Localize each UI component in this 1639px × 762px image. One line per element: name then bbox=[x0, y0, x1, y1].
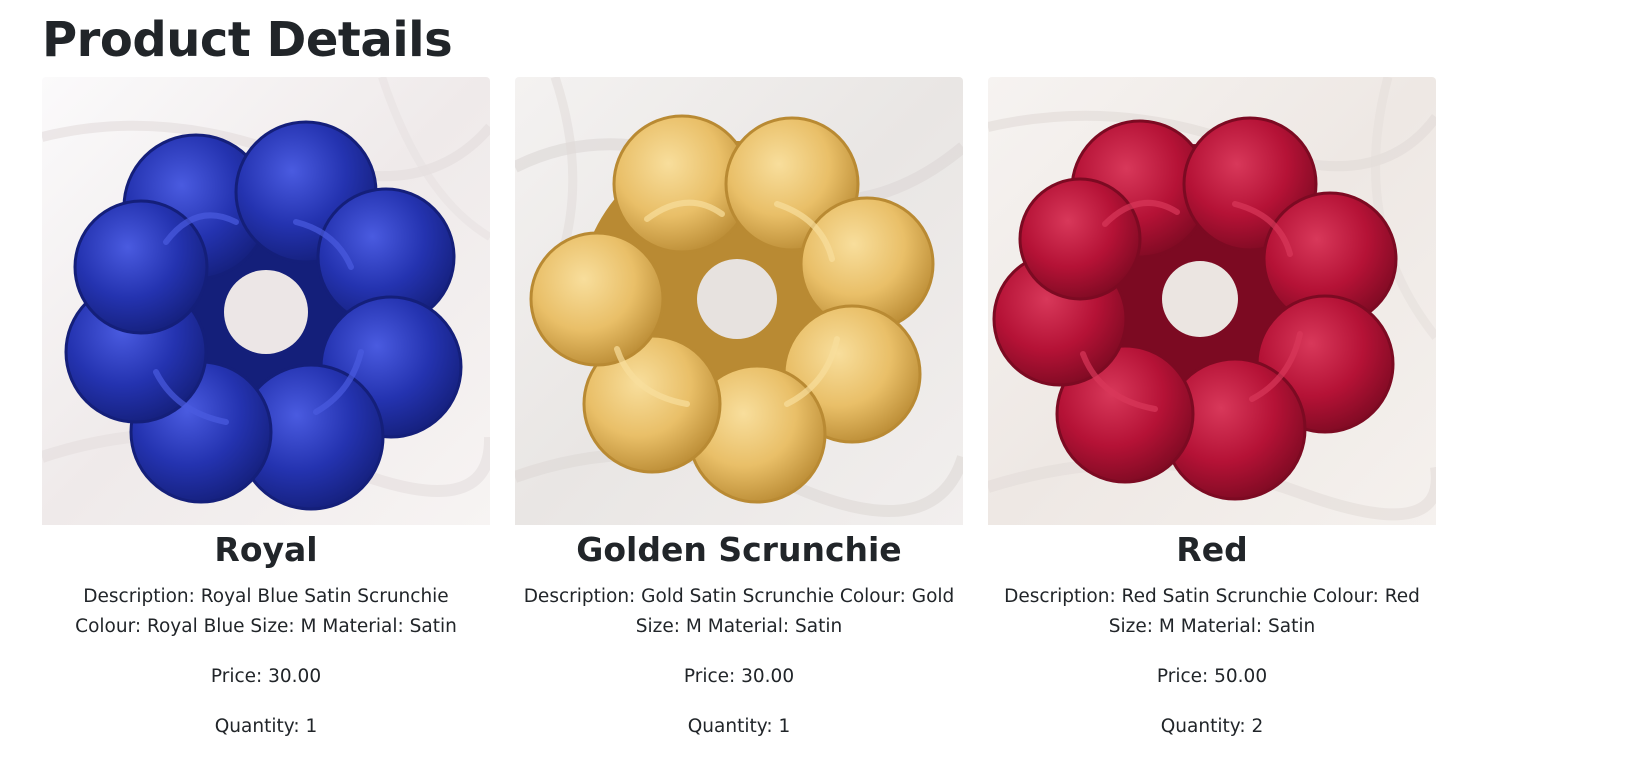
product-name: Red bbox=[1176, 530, 1248, 569]
product-name: Golden Scrunchie bbox=[576, 530, 902, 569]
product-card: Golden Scrunchie Description: Gold Satin… bbox=[515, 77, 963, 742]
product-description: Description: Gold Satin Scrunchie Colour… bbox=[523, 586, 955, 637]
page-title: Product Details bbox=[42, 12, 453, 68]
product-description: Description: Red Satin Scrunchie Colour:… bbox=[1004, 586, 1420, 637]
product-quantity: Quantity: 1 bbox=[687, 716, 791, 737]
product-list: Royal Description: Royal Blue Satin Scru… bbox=[42, 77, 1436, 742]
product-price: Price: 30.00 bbox=[210, 666, 322, 687]
product-image bbox=[988, 77, 1436, 525]
page: Product Details Royal Description: Royal… bbox=[0, 0, 1639, 762]
product-price: Price: 50.00 bbox=[1156, 666, 1268, 687]
product-image bbox=[42, 77, 490, 525]
product-price: Price: 30.00 bbox=[683, 666, 795, 687]
product-description: Description: Royal Blue Satin Scrunchie … bbox=[75, 586, 457, 637]
product-card: Red Description: Red Satin Scrunchie Col… bbox=[988, 77, 1436, 742]
product-quantity: Quantity: 2 bbox=[1160, 716, 1264, 737]
product-image bbox=[515, 77, 963, 525]
product-card: Royal Description: Royal Blue Satin Scru… bbox=[42, 77, 490, 742]
product-name: Royal bbox=[214, 530, 318, 569]
product-quantity: Quantity: 1 bbox=[214, 716, 318, 737]
